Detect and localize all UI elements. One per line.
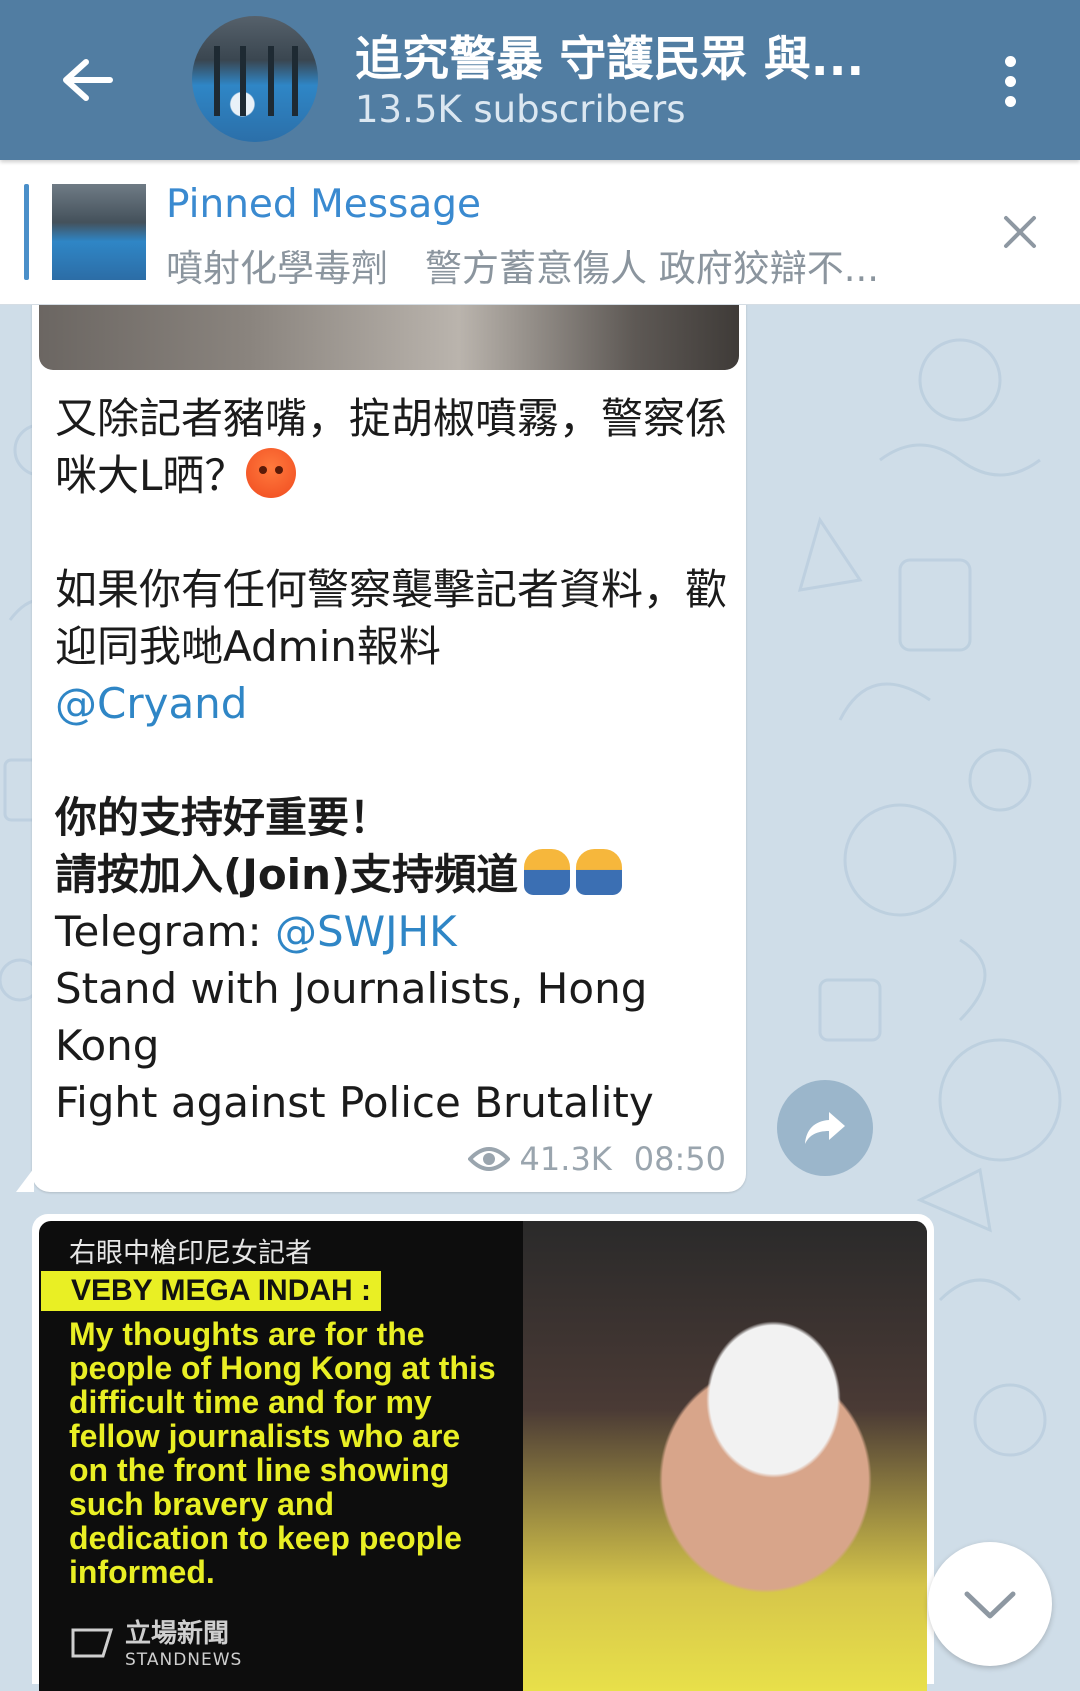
image-message-photo[interactable]: 右眼中槍印尼女記者 VEBY MEGA INDAH : My thoughts …	[39, 1221, 927, 1691]
bubble-tail	[16, 1168, 34, 1192]
pinned-close-button[interactable]	[990, 202, 1050, 262]
pinned-message-bar[interactable]: Pinned Message 噴射化學毒劑 警方蓄意傷人 政府狡辯不...	[0, 160, 1080, 305]
pinned-thumbnail	[52, 184, 146, 280]
view-count: 41.3K	[519, 1140, 612, 1178]
share-button[interactable]	[777, 1080, 873, 1176]
image-caption-chinese: 右眼中槍印尼女記者	[69, 1238, 312, 1269]
image-quote: My thoughts are for the people of Hong K…	[69, 1316, 496, 1590]
telegram-label: Telegram:	[55, 907, 275, 956]
more-vertical-icon	[1004, 55, 1016, 67]
message-bubble: 又除記者豬嘴，掟胡椒噴霧，警察係咪大L晒？ 如果你有任何警察襲擊記者資料，歡迎同…	[32, 300, 746, 1192]
scroll-down-button[interactable]	[928, 1542, 1052, 1666]
image-name-banner: VEBY MEGA INDAH :	[41, 1271, 382, 1311]
injured-journalist-photo	[523, 1221, 927, 1691]
channel-title[interactable]: 追究警暴 守護民眾 與...	[355, 20, 915, 89]
logo-english: STANDNEWS	[125, 1650, 243, 1670]
subscriber-count: 13.5K subscribers	[355, 88, 686, 131]
eye-icon	[467, 1147, 510, 1171]
pinned-accent-line	[24, 184, 29, 280]
telegram-handle-link[interactable]: @SWJHK	[275, 907, 457, 956]
message-photo[interactable]	[39, 300, 739, 370]
close-icon	[1004, 216, 1036, 248]
message-text: 又除記者豬嘴，掟胡椒噴霧，警察係咪大L晒？ 如果你有任何警察襲擊記者資料，歡迎同…	[55, 390, 735, 1131]
message-line-2: 如果你有任何警察襲擊記者資料，歡迎同我哋Admin報料	[55, 565, 728, 671]
mention-admin-link[interactable]: @Cryand	[55, 679, 247, 728]
message-bold-1: 你的支持好重要！	[55, 793, 392, 842]
standnews-logo-icon	[71, 1628, 114, 1657]
back-arrow-icon	[63, 59, 113, 101]
pinned-title: Pinned Message	[166, 182, 482, 227]
chevron-down-icon	[964, 1591, 1016, 1619]
standnews-logo: 立場新聞 STANDNEWS	[69, 1613, 242, 1670]
message-meta: 41.3K 08:50	[467, 1140, 726, 1178]
logo-chinese: 立場新聞	[125, 1619, 230, 1649]
message-bold-2: 請按加入(Join)支持頻道	[55, 850, 519, 899]
share-icon	[805, 1112, 845, 1144]
message-time: 08:50	[633, 1140, 726, 1178]
back-button[interactable]	[52, 44, 124, 116]
fight-line: Fight against Police Brutality	[55, 1078, 654, 1127]
pinned-preview-text: 噴射化學毒劑 警方蓄意傷人 政府狡辯不...	[166, 247, 880, 290]
stand-line: Stand with Journalists, Hong Kong	[55, 964, 648, 1070]
image-message-bubble: 右眼中槍印尼女記者 VEBY MEGA INDAH : My thoughts …	[32, 1214, 934, 1691]
channel-avatar[interactable]	[192, 16, 318, 142]
angry-face-emoji-icon	[246, 448, 297, 498]
channel-header: 追究警暴 守護民眾 與... 13.5K subscribers	[0, 0, 1080, 160]
bowing-person-emoji-icon	[524, 849, 571, 895]
more-options-button[interactable]	[980, 46, 1040, 116]
bowing-person-emoji-icon	[576, 849, 623, 895]
message-line-1: 又除記者豬嘴，掟胡椒噴霧，警察係咪大L晒？	[55, 394, 728, 500]
